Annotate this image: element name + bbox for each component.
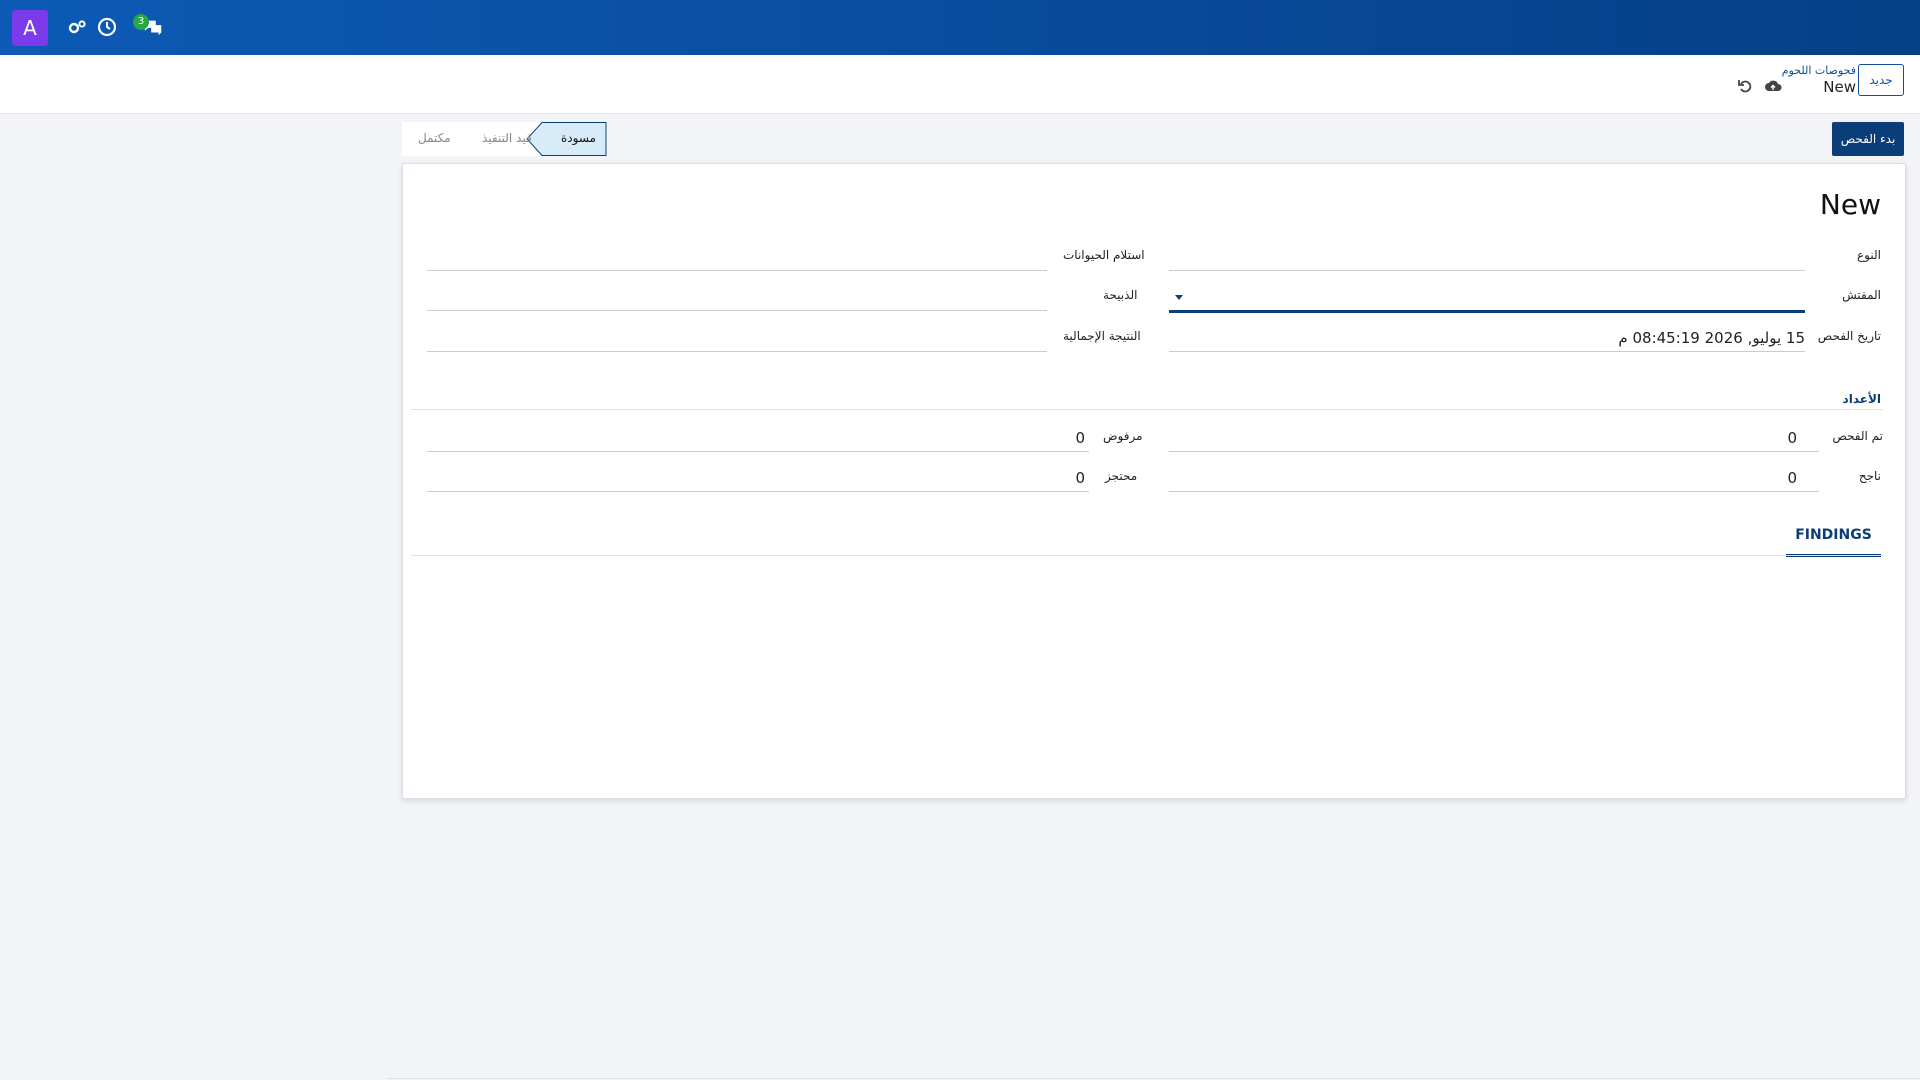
overall-result-field[interactable] (427, 327, 1047, 352)
section-divider (411, 409, 1883, 410)
rejected-count-field[interactable]: 0 (427, 427, 1089, 452)
carcass-label: الذبيحة (1103, 288, 1138, 302)
start-inspection-button[interactable]: بدء الفحص (1832, 122, 1904, 156)
form-sheet: New النوع المفتش تاريخ الفحص 15 يوليو, 2… (402, 163, 1906, 799)
inspection-date-label: تاريخ الفحص (1817, 329, 1881, 343)
inspector-select[interactable] (1169, 286, 1805, 313)
inspected-count-field[interactable]: 0 (1169, 427, 1819, 452)
held-count-label: محتجز (1105, 469, 1138, 483)
gears-icon[interactable] (66, 16, 88, 38)
top-navbar: A 3 (0, 0, 1920, 55)
type-label: النوع (1857, 248, 1881, 262)
passed-count-value: 0 (1787, 469, 1797, 487)
counts-section-title: الأعداد (1842, 392, 1881, 406)
inspection-date-field[interactable]: 15 يوليو, 2026 08:45:19 م (1169, 327, 1805, 352)
bottom-divider (386, 1078, 1920, 1079)
inspector-label: المفتش (1842, 288, 1881, 302)
breadcrumb-current: New (1823, 78, 1856, 96)
tab-findings[interactable]: FINDINGS (1786, 524, 1881, 557)
passed-count-field[interactable]: 0 (1169, 467, 1819, 492)
held-count-value: 0 (1075, 469, 1085, 487)
status-stage-in-progress[interactable]: قيد التنفيذ (482, 131, 532, 145)
control-panel: جديد فحوصات اللحوم New (0, 55, 1920, 114)
rejected-count-value: 0 (1075, 429, 1085, 447)
save-cloud-icon[interactable] (1764, 77, 1782, 95)
status-stage-done[interactable]: مكتمل (418, 131, 451, 145)
dropdown-caret-icon[interactable] (1175, 295, 1183, 300)
clock-icon[interactable] (96, 16, 118, 38)
held-count-field[interactable]: 0 (427, 467, 1089, 492)
passed-count-label: ناجح (1858, 469, 1881, 483)
animal-reception-field[interactable] (427, 246, 1047, 271)
breadcrumb-parent[interactable]: فحوصات اللحوم (1782, 64, 1856, 77)
overall-result-label: النتيجة الإجمالية (1063, 329, 1141, 343)
user-avatar[interactable]: A (12, 10, 48, 46)
chat-count-badge: 3 (133, 14, 149, 30)
discard-undo-icon[interactable] (1736, 77, 1754, 95)
inspected-count-value: 0 (1787, 429, 1797, 447)
status-stage-draft[interactable]: مسودة (561, 131, 596, 145)
type-field[interactable] (1169, 246, 1805, 271)
animal-reception-label: استلام الحيوانات (1063, 248, 1145, 262)
record-title: New (1819, 188, 1881, 221)
tab-divider (411, 555, 1883, 556)
inspected-count-label: تم الفحص (1832, 429, 1883, 443)
rejected-count-label: مرفوض (1103, 429, 1143, 443)
status-bar: مسودة قيد التنفيذ مكتمل (402, 122, 607, 156)
carcass-field[interactable] (427, 286, 1047, 311)
new-button[interactable]: جديد (1858, 64, 1904, 96)
